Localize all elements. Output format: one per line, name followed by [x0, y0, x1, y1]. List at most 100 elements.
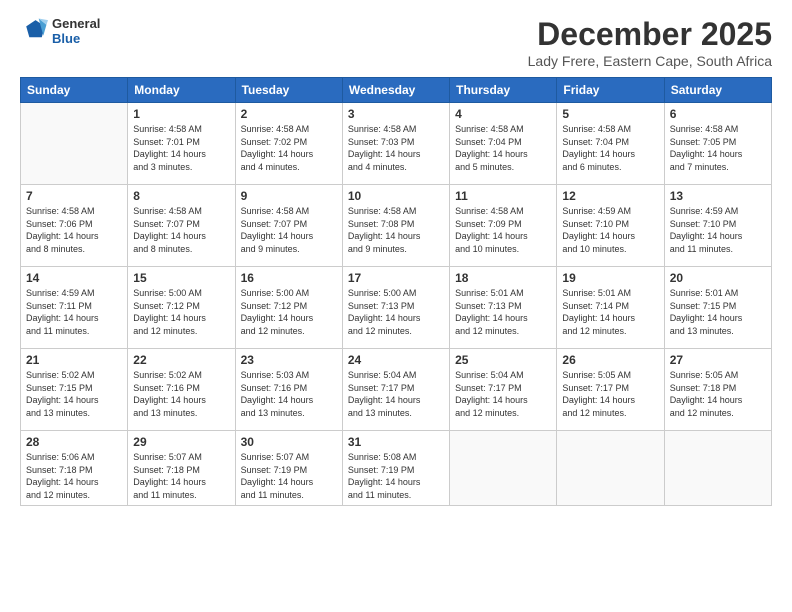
day-info: Sunrise: 4:58 AM Sunset: 7:01 PM Dayligh… — [133, 123, 229, 173]
calendar: SundayMondayTuesdayWednesdayThursdayFrid… — [20, 77, 772, 506]
calendar-cell — [664, 431, 771, 506]
page: General Blue December 2025 Lady Frere, E… — [0, 0, 792, 612]
day-info: Sunrise: 5:07 AM Sunset: 7:19 PM Dayligh… — [241, 451, 337, 501]
day-info: Sunrise: 5:00 AM Sunset: 7:13 PM Dayligh… — [348, 287, 444, 337]
day-number: 8 — [133, 189, 229, 203]
day-info: Sunrise: 4:58 AM Sunset: 7:09 PM Dayligh… — [455, 205, 551, 255]
calendar-cell: 6Sunrise: 4:58 AM Sunset: 7:05 PM Daylig… — [664, 103, 771, 185]
day-of-week-header: Tuesday — [235, 78, 342, 103]
header: General Blue December 2025 Lady Frere, E… — [20, 16, 772, 69]
day-of-week-header: Sunday — [21, 78, 128, 103]
logo-text: General Blue — [52, 16, 100, 46]
day-number: 2 — [241, 107, 337, 121]
month-title: December 2025 — [528, 16, 772, 53]
day-number: 22 — [133, 353, 229, 367]
day-info: Sunrise: 4:58 AM Sunset: 7:04 PM Dayligh… — [455, 123, 551, 173]
calendar-cell: 8Sunrise: 4:58 AM Sunset: 7:07 PM Daylig… — [128, 185, 235, 267]
day-number: 11 — [455, 189, 551, 203]
day-number: 12 — [562, 189, 658, 203]
calendar-cell — [557, 431, 664, 506]
logo: General Blue — [20, 16, 100, 46]
calendar-cell: 18 Sunrise: 5:01 AM Sunset: 7:13 PM Dayli… — [450, 267, 557, 349]
day-of-week-header: Friday — [557, 78, 664, 103]
calendar-cell: 15 Sunrise: 5:00 AM Sunset: 7:12 PM Dayli… — [128, 267, 235, 349]
calendar-week-row: 1 Sunrise: 4:58 AM Sunset: 7:01 PM Daylig… — [21, 103, 772, 185]
day-info: Sunrise: 4:59 AM Sunset: 7:10 PM Dayligh… — [562, 205, 658, 255]
calendar-cell: 25 Sunrise: 5:04 AM Sunset: 7:17 PM Dayli… — [450, 349, 557, 431]
calendar-week-row: 7Sunrise: 4:58 AM Sunset: 7:06 PM Daylig… — [21, 185, 772, 267]
calendar-cell: 12 Sunrise: 4:59 AM Sunset: 7:10 PM Dayli… — [557, 185, 664, 267]
calendar-cell: 20Sunrise: 5:01 AM Sunset: 7:15 PM Dayli… — [664, 267, 771, 349]
calendar-week-row: 14 Sunrise: 4:59 AM Sunset: 7:11 PM Dayli… — [21, 267, 772, 349]
day-info: Sunrise: 4:59 AM Sunset: 7:11 PM Dayligh… — [26, 287, 122, 337]
calendar-cell: 9Sunrise: 4:58 AM Sunset: 7:07 PM Daylig… — [235, 185, 342, 267]
day-number: 15 — [133, 271, 229, 285]
calendar-cell: 21 Sunrise: 5:02 AM Sunset: 7:15 PM Dayli… — [21, 349, 128, 431]
calendar-cell: 29 Sunrise: 5:07 AM Sunset: 7:18 PM Dayli… — [128, 431, 235, 506]
calendar-cell: 28 Sunrise: 5:06 AM Sunset: 7:18 PM Dayli… — [21, 431, 128, 506]
day-info: Sunrise: 5:08 AM Sunset: 7:19 PM Dayligh… — [348, 451, 444, 501]
day-number: 14 — [26, 271, 122, 285]
day-number: 28 — [26, 435, 122, 449]
day-info: Sunrise: 5:00 AM Sunset: 7:12 PM Dayligh… — [133, 287, 229, 337]
day-number: 21 — [26, 353, 122, 367]
day-number: 5 — [562, 107, 658, 121]
day-of-week-header: Monday — [128, 78, 235, 103]
calendar-cell: 7Sunrise: 4:58 AM Sunset: 7:06 PM Daylig… — [21, 185, 128, 267]
calendar-header-row: SundayMondayTuesdayWednesdayThursdayFrid… — [21, 78, 772, 103]
day-of-week-header: Wednesday — [342, 78, 449, 103]
day-info: Sunrise: 5:01 AM Sunset: 7:14 PM Dayligh… — [562, 287, 658, 337]
day-of-week-header: Saturday — [664, 78, 771, 103]
title-block: December 2025 Lady Frere, Eastern Cape, … — [528, 16, 772, 69]
calendar-week-row: 28 Sunrise: 5:06 AM Sunset: 7:18 PM Dayli… — [21, 431, 772, 506]
day-number: 3 — [348, 107, 444, 121]
calendar-cell: 11 Sunrise: 4:58 AM Sunset: 7:09 PM Dayli… — [450, 185, 557, 267]
day-number: 23 — [241, 353, 337, 367]
day-number: 24 — [348, 353, 444, 367]
day-number: 29 — [133, 435, 229, 449]
calendar-cell: 26Sunrise: 5:05 AM Sunset: 7:17 PM Dayli… — [557, 349, 664, 431]
day-number: 25 — [455, 353, 551, 367]
day-number: 10 — [348, 189, 444, 203]
day-info: Sunrise: 4:58 AM Sunset: 7:04 PM Dayligh… — [562, 123, 658, 173]
day-number: 1 — [133, 107, 229, 121]
calendar-cell: 30Sunrise: 5:07 AM Sunset: 7:19 PM Dayli… — [235, 431, 342, 506]
day-number: 31 — [348, 435, 444, 449]
day-info: Sunrise: 5:00 AM Sunset: 7:12 PM Dayligh… — [241, 287, 337, 337]
day-of-week-header: Thursday — [450, 78, 557, 103]
calendar-cell: 2 Sunrise: 4:58 AM Sunset: 7:02 PM Daylig… — [235, 103, 342, 185]
day-info: Sunrise: 5:01 AM Sunset: 7:15 PM Dayligh… — [670, 287, 766, 337]
day-number: 16 — [241, 271, 337, 285]
day-number: 9 — [241, 189, 337, 203]
day-info: Sunrise: 4:58 AM Sunset: 7:05 PM Dayligh… — [670, 123, 766, 173]
calendar-cell: 4Sunrise: 4:58 AM Sunset: 7:04 PM Daylig… — [450, 103, 557, 185]
day-info: Sunrise: 4:58 AM Sunset: 7:03 PM Dayligh… — [348, 123, 444, 173]
day-info: Sunrise: 5:02 AM Sunset: 7:16 PM Dayligh… — [133, 369, 229, 419]
calendar-cell: 17Sunrise: 5:00 AM Sunset: 7:13 PM Dayli… — [342, 267, 449, 349]
calendar-cell: 19Sunrise: 5:01 AM Sunset: 7:14 PM Dayli… — [557, 267, 664, 349]
day-info: Sunrise: 5:04 AM Sunset: 7:17 PM Dayligh… — [455, 369, 551, 419]
day-info: Sunrise: 5:05 AM Sunset: 7:17 PM Dayligh… — [562, 369, 658, 419]
day-info: Sunrise: 4:58 AM Sunset: 7:02 PM Dayligh… — [241, 123, 337, 173]
calendar-cell: 13Sunrise: 4:59 AM Sunset: 7:10 PM Dayli… — [664, 185, 771, 267]
day-number: 18 — [455, 271, 551, 285]
day-info: Sunrise: 5:02 AM Sunset: 7:15 PM Dayligh… — [26, 369, 122, 419]
calendar-cell: 22 Sunrise: 5:02 AM Sunset: 7:16 PM Dayli… — [128, 349, 235, 431]
calendar-cell: 14 Sunrise: 4:59 AM Sunset: 7:11 PM Dayli… — [21, 267, 128, 349]
day-info: Sunrise: 5:06 AM Sunset: 7:18 PM Dayligh… — [26, 451, 122, 501]
calendar-cell: 3 Sunrise: 4:58 AM Sunset: 7:03 PM Daylig… — [342, 103, 449, 185]
calendar-cell: 27Sunrise: 5:05 AM Sunset: 7:18 PM Dayli… — [664, 349, 771, 431]
calendar-cell — [21, 103, 128, 185]
calendar-cell: 10Sunrise: 4:58 AM Sunset: 7:08 PM Dayli… — [342, 185, 449, 267]
location-subtitle: Lady Frere, Eastern Cape, South Africa — [528, 53, 772, 69]
day-info: Sunrise: 5:04 AM Sunset: 7:17 PM Dayligh… — [348, 369, 444, 419]
calendar-cell: 23Sunrise: 5:03 AM Sunset: 7:16 PM Dayli… — [235, 349, 342, 431]
day-info: Sunrise: 5:05 AM Sunset: 7:18 PM Dayligh… — [670, 369, 766, 419]
day-info: Sunrise: 4:59 AM Sunset: 7:10 PM Dayligh… — [670, 205, 766, 255]
day-info: Sunrise: 5:07 AM Sunset: 7:18 PM Dayligh… — [133, 451, 229, 501]
calendar-cell: 5 Sunrise: 4:58 AM Sunset: 7:04 PM Daylig… — [557, 103, 664, 185]
calendar-week-row: 21 Sunrise: 5:02 AM Sunset: 7:15 PM Dayli… — [21, 349, 772, 431]
day-info: Sunrise: 5:01 AM Sunset: 7:13 PM Dayligh… — [455, 287, 551, 337]
calendar-cell: 1 Sunrise: 4:58 AM Sunset: 7:01 PM Daylig… — [128, 103, 235, 185]
calendar-cell: 24 Sunrise: 5:04 AM Sunset: 7:17 PM Dayli… — [342, 349, 449, 431]
